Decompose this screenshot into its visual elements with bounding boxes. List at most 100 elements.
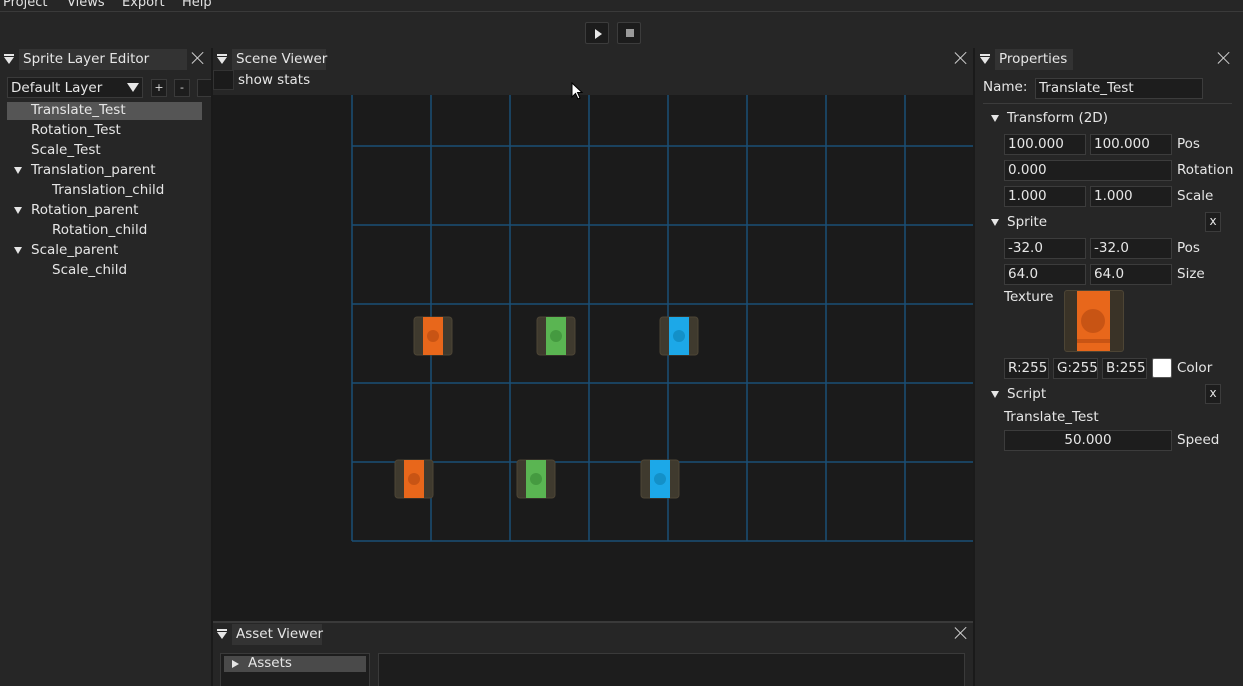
remove-layer-button[interactable]: -: [174, 79, 190, 97]
stop-button[interactable]: [617, 22, 641, 44]
sprite-layer-editor-header: Sprite Layer Editor: [0, 48, 211, 70]
mouse-cursor-icon: [571, 82, 584, 100]
close-icon[interactable]: [191, 51, 205, 65]
remove-sprite-button[interactable]: x: [1205, 212, 1221, 232]
add-layer-button[interactable]: +: [151, 79, 167, 97]
texture-image-detail: [1077, 339, 1110, 343]
sprite-pos-label: Pos: [1177, 240, 1200, 256]
sprite-size-y-field[interactable]: 64.0: [1090, 264, 1172, 285]
close-icon[interactable]: [954, 51, 968, 65]
remove-script-button[interactable]: x: [1205, 384, 1221, 404]
transform-scale-x-field[interactable]: 1.000: [1004, 186, 1086, 207]
name-label: Name:: [983, 79, 1028, 95]
tree-item-label: Rotation_child: [52, 222, 148, 238]
panel-menu-icon[interactable]: [217, 54, 227, 64]
color-swatch[interactable]: [1152, 358, 1172, 378]
transform-section-title[interactable]: Transform (2D): [1007, 110, 1108, 126]
show-stats-label: show stats: [238, 72, 311, 88]
sprite-rotation-test[interactable]: [536, 316, 576, 356]
chevron-down-icon: [127, 83, 139, 92]
sprite-translation-parent[interactable]: [394, 459, 434, 499]
sprite-pos-y-field[interactable]: -32.0: [1090, 238, 1172, 259]
transform-pos-x-field[interactable]: 100.000: [1004, 134, 1086, 155]
tree-item-scale-child[interactable]: Scale_child: [7, 262, 202, 280]
collapse-arrow-icon[interactable]: [991, 219, 999, 226]
divider: [983, 103, 1232, 104]
asset-root-item[interactable]: Assets: [224, 655, 366, 672]
asset-root-label: Assets: [248, 655, 292, 671]
color-r-field[interactable]: R:255: [1004, 358, 1049, 379]
transform-pos-y-field[interactable]: 100.000: [1090, 134, 1172, 155]
color-b-field[interactable]: B:255: [1102, 358, 1147, 379]
script-speed-field[interactable]: 50.000: [1004, 430, 1172, 451]
scene-viewer-tab[interactable]: Scene Viewer: [232, 49, 327, 70]
expand-arrow-icon[interactable]: [14, 167, 22, 174]
tree-item-scale-parent[interactable]: Scale_parent: [7, 242, 202, 260]
menu-bar: Project Views Export Help: [0, 0, 1243, 12]
color-label: Color: [1177, 360, 1213, 376]
sprite-section-title[interactable]: Sprite: [1007, 214, 1047, 230]
scene-grid: [351, 95, 973, 542]
show-stats-checkbox[interactable]: [213, 70, 234, 90]
tree-item-translate-test[interactable]: Translate_Test: [7, 102, 202, 120]
properties-header: Properties: [975, 48, 1243, 70]
close-icon[interactable]: [954, 626, 968, 640]
collapse-arrow-icon[interactable]: [991, 115, 999, 122]
close-icon[interactable]: [1217, 51, 1231, 65]
transform-scale-y-field[interactable]: 1.000: [1090, 186, 1172, 207]
asset-viewer-tab[interactable]: Asset Viewer: [232, 624, 323, 645]
transform-rotation-label: Rotation: [1177, 162, 1234, 178]
panel-menu-icon[interactable]: [217, 629, 227, 639]
tree-item-label: Scale_child: [52, 262, 128, 278]
more-layer-button[interactable]: [197, 79, 211, 97]
scene-canvas[interactable]: [213, 95, 973, 621]
name-field[interactable]: Translate_Test: [1035, 78, 1203, 99]
tree-item-translation-parent[interactable]: Translation_parent: [7, 162, 202, 180]
sprite-layer-editor-tab[interactable]: Sprite Layer Editor: [19, 49, 187, 70]
tree-item-label: Scale_Test: [31, 142, 101, 158]
texture-preview[interactable]: [1064, 290, 1124, 352]
expand-arrow-icon[interactable]: [232, 660, 239, 668]
sprite-scale-test[interactable]: [659, 316, 699, 356]
layer-select[interactable]: Default Layer: [7, 77, 143, 98]
stop-icon: [626, 29, 634, 37]
asset-viewer-header: Asset Viewer: [213, 623, 973, 645]
tree-item-rotation-child[interactable]: Rotation_child: [7, 222, 202, 240]
menu-project[interactable]: Project: [3, 0, 47, 10]
texture-label: Texture: [1004, 289, 1054, 305]
menu-export[interactable]: Export: [122, 0, 165, 10]
tree-item-label: Translation_child: [52, 182, 165, 198]
tree-item-scale-test[interactable]: Scale_Test: [7, 142, 202, 160]
texture-image-detail: [1081, 309, 1105, 333]
sprite-scale-parent[interactable]: [640, 459, 680, 499]
play-button[interactable]: [585, 22, 609, 44]
expand-arrow-icon[interactable]: [14, 207, 22, 214]
panel-menu-icon[interactable]: [980, 54, 990, 64]
tree-item-rotation-parent[interactable]: Rotation_parent: [7, 202, 202, 220]
sprite-pos-x-field[interactable]: -32.0: [1004, 238, 1086, 259]
collapse-arrow-icon[interactable]: [991, 391, 999, 398]
tree-item-label: Rotation_Test: [31, 122, 121, 138]
tree-item-translation-child[interactable]: Translation_child: [7, 182, 202, 200]
transform-scale-label: Scale: [1177, 188, 1214, 204]
sprite-size-label: Size: [1177, 266, 1205, 282]
panel-menu-icon[interactable]: [4, 54, 14, 64]
properties-tab[interactable]: Properties: [995, 49, 1073, 70]
sprite-translate-test[interactable]: [413, 316, 453, 356]
menu-views[interactable]: Views: [67, 0, 105, 10]
script-section-title[interactable]: Script: [1007, 386, 1046, 402]
tree-item-label: Scale_parent: [31, 242, 119, 258]
script-speed-label: Speed: [1177, 432, 1220, 448]
tree-item-rotation-test[interactable]: Rotation_Test: [7, 122, 202, 140]
color-g-field[interactable]: G:255: [1053, 358, 1098, 379]
scene-viewer-header: Scene Viewer: [213, 48, 973, 70]
play-icon: [595, 29, 602, 39]
sprite-rotation-parent[interactable]: [516, 459, 556, 499]
transform-rotation-field[interactable]: 0.000: [1004, 160, 1172, 181]
menu-help[interactable]: Help: [182, 0, 212, 10]
tree-item-label: Translation_parent: [31, 162, 156, 178]
expand-arrow-icon[interactable]: [14, 247, 22, 254]
sprite-size-x-field[interactable]: 64.0: [1004, 264, 1086, 285]
asset-content-panel: [378, 653, 965, 686]
script-name: Translate_Test: [1004, 409, 1099, 425]
